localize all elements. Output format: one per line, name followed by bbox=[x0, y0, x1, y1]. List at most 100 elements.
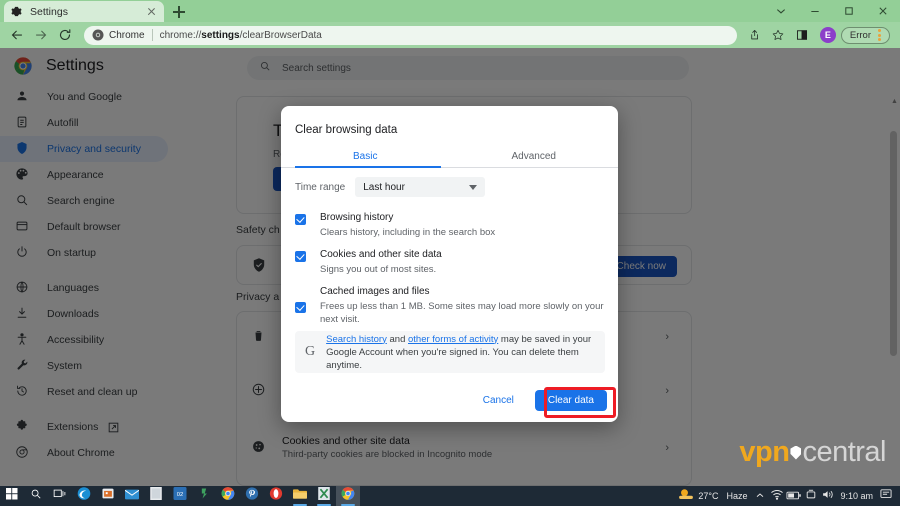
checkbox-description: Signs you out of most sites. bbox=[320, 264, 437, 275]
checkbox-cookies-and-other-site-data[interactable]: Cookies and other site data Signs you ou… bbox=[295, 249, 605, 276]
close-icon[interactable] bbox=[866, 0, 900, 22]
time-range-select[interactable]: Last hour bbox=[355, 177, 486, 197]
chevron-down-icon bbox=[469, 185, 478, 190]
minimize-icon[interactable] bbox=[798, 0, 832, 22]
wifi-icon[interactable] bbox=[768, 486, 785, 506]
kebab-menu-icon[interactable] bbox=[874, 28, 885, 42]
svg-text:02: 02 bbox=[177, 492, 183, 498]
chevron-up-icon[interactable] bbox=[751, 486, 768, 506]
omnibox-url: chrome://settings/clearBrowserData bbox=[160, 30, 322, 41]
address-bar[interactable]: Chrome chrome://settings/clearBrowserDat… bbox=[84, 25, 737, 45]
window-controls bbox=[764, 0, 900, 22]
clear-browsing-data-dialog: Clear browsing data Basic Advanced Time … bbox=[281, 106, 618, 422]
highlight-annotation bbox=[544, 387, 616, 418]
checkbox-input[interactable] bbox=[295, 302, 306, 313]
chrome-badge: Chrome bbox=[92, 29, 145, 41]
tab-advanced[interactable]: Advanced bbox=[450, 144, 619, 168]
checkbox-description: Frees up less than 1 MB. Some sites may … bbox=[320, 301, 604, 325]
notice-text: Search history and other forms of activi… bbox=[326, 333, 595, 372]
divider bbox=[151, 29, 153, 41]
checkbox-text: Browsing history Clears history, includi… bbox=[320, 212, 495, 239]
checkbox-browsing-history[interactable]: Browsing history Clears history, includi… bbox=[295, 212, 605, 239]
notification-icon[interactable] bbox=[877, 486, 894, 506]
weather-temp: 27°C bbox=[698, 491, 719, 501]
google-account-notice: G Search history and other forms of acti… bbox=[295, 331, 605, 373]
status-badge[interactable]: Error bbox=[840, 26, 890, 44]
system-tray: 27°C Haze 9:10 am bbox=[677, 486, 900, 506]
edge-icon[interactable] bbox=[72, 486, 96, 506]
office-icon[interactable]: 02 bbox=[168, 486, 192, 506]
checkbox-description: Clears history, including in the search … bbox=[320, 227, 496, 238]
tab-label: Advanced bbox=[511, 150, 556, 162]
watermark-part2: central bbox=[802, 436, 886, 468]
url-prefix: chrome:// bbox=[159, 29, 202, 41]
tab-basic[interactable]: Basic bbox=[281, 144, 450, 168]
weather-icon[interactable] bbox=[677, 486, 694, 506]
excel-icon[interactable] bbox=[312, 486, 336, 506]
active-tab-indicator bbox=[295, 166, 441, 168]
checkbox-cached-images-and-files[interactable]: Cached images and files Frees up less th… bbox=[295, 286, 605, 326]
clock[interactable]: 9:10 am bbox=[840, 491, 873, 501]
status-badge-label: Error bbox=[849, 29, 871, 41]
search-icon[interactable] bbox=[24, 486, 48, 506]
share-icon[interactable] bbox=[743, 24, 765, 46]
checkbox-input[interactable] bbox=[295, 214, 306, 225]
omnibox-chip-label: Chrome bbox=[109, 29, 145, 41]
journal-icon[interactable] bbox=[192, 486, 216, 506]
checkbox-input[interactable] bbox=[295, 251, 306, 262]
google-g-icon: G bbox=[305, 344, 316, 359]
url-suffix: /clearBrowserData bbox=[239, 29, 322, 41]
weather-desc: Haze bbox=[726, 491, 748, 501]
task-view-icon[interactable] bbox=[48, 486, 72, 506]
time-range-value: Last hour bbox=[363, 181, 405, 193]
time-range-row: Time range Last hour bbox=[295, 177, 486, 197]
search-history-link[interactable]: Search history bbox=[326, 334, 387, 345]
tab-title: Settings bbox=[30, 5, 68, 18]
store-icon[interactable] bbox=[96, 486, 120, 506]
checkbox-title: Cached images and files bbox=[320, 286, 430, 297]
tab-label: Basic bbox=[353, 150, 378, 162]
gear-icon bbox=[10, 5, 23, 18]
maximize-icon[interactable] bbox=[832, 0, 866, 22]
back-arrow-icon[interactable] bbox=[6, 24, 28, 46]
speaker-icon[interactable] bbox=[802, 486, 819, 506]
reload-icon[interactable] bbox=[54, 24, 76, 46]
chevron-down-icon[interactable] bbox=[764, 0, 798, 22]
close-icon[interactable] bbox=[145, 5, 158, 18]
url-bold: settings bbox=[201, 29, 240, 41]
cancel-button[interactable]: Cancel bbox=[470, 390, 527, 411]
forward-arrow-icon[interactable] bbox=[30, 24, 52, 46]
start-icon[interactable] bbox=[0, 486, 24, 506]
shield-icon bbox=[790, 445, 802, 460]
other-forms-of-activity-link[interactable]: other forms of activity bbox=[408, 334, 498, 345]
checkbox-text: Cookies and other site data Signs you ou… bbox=[320, 249, 442, 276]
mail-icon[interactable] bbox=[120, 486, 144, 506]
chrome-icon bbox=[92, 29, 104, 41]
pinterest-icon[interactable] bbox=[240, 486, 264, 506]
toolbar-actions: E Error bbox=[743, 24, 894, 46]
chrome-active-icon[interactable] bbox=[336, 486, 360, 506]
dialog-tabs: Basic Advanced bbox=[281, 144, 618, 168]
split-screen-icon[interactable] bbox=[791, 24, 813, 46]
notice-mid: and bbox=[386, 333, 408, 345]
avatar[interactable]: E bbox=[819, 27, 836, 43]
watermark: vpn central bbox=[739, 436, 886, 469]
dialog-title: Clear browsing data bbox=[295, 124, 398, 136]
windows-taskbar: 02 27°C Haze 9:10 am bbox=[0, 486, 900, 506]
tab-strip: Settings bbox=[0, 0, 900, 22]
checkbox-text: Cached images and files Frees up less th… bbox=[320, 286, 605, 326]
opera-icon[interactable] bbox=[264, 486, 288, 506]
star-icon[interactable] bbox=[767, 24, 789, 46]
browser-toolbar: Chrome chrome://settings/clearBrowserDat… bbox=[0, 22, 900, 48]
new-tab-button[interactable] bbox=[170, 3, 188, 21]
chrome-icon[interactable] bbox=[216, 486, 240, 506]
watermark-part1: vpn bbox=[739, 436, 790, 468]
battery-icon[interactable] bbox=[785, 486, 802, 506]
browser-tab-settings[interactable]: Settings bbox=[4, 1, 164, 22]
checkbox-title: Cookies and other site data bbox=[320, 249, 442, 260]
checkbox-title: Browsing history bbox=[320, 212, 394, 223]
word-icon[interactable] bbox=[144, 486, 168, 506]
time-range-label: Time range bbox=[295, 181, 346, 193]
file-explorer-icon[interactable] bbox=[288, 486, 312, 506]
volume-icon[interactable] bbox=[819, 486, 836, 506]
